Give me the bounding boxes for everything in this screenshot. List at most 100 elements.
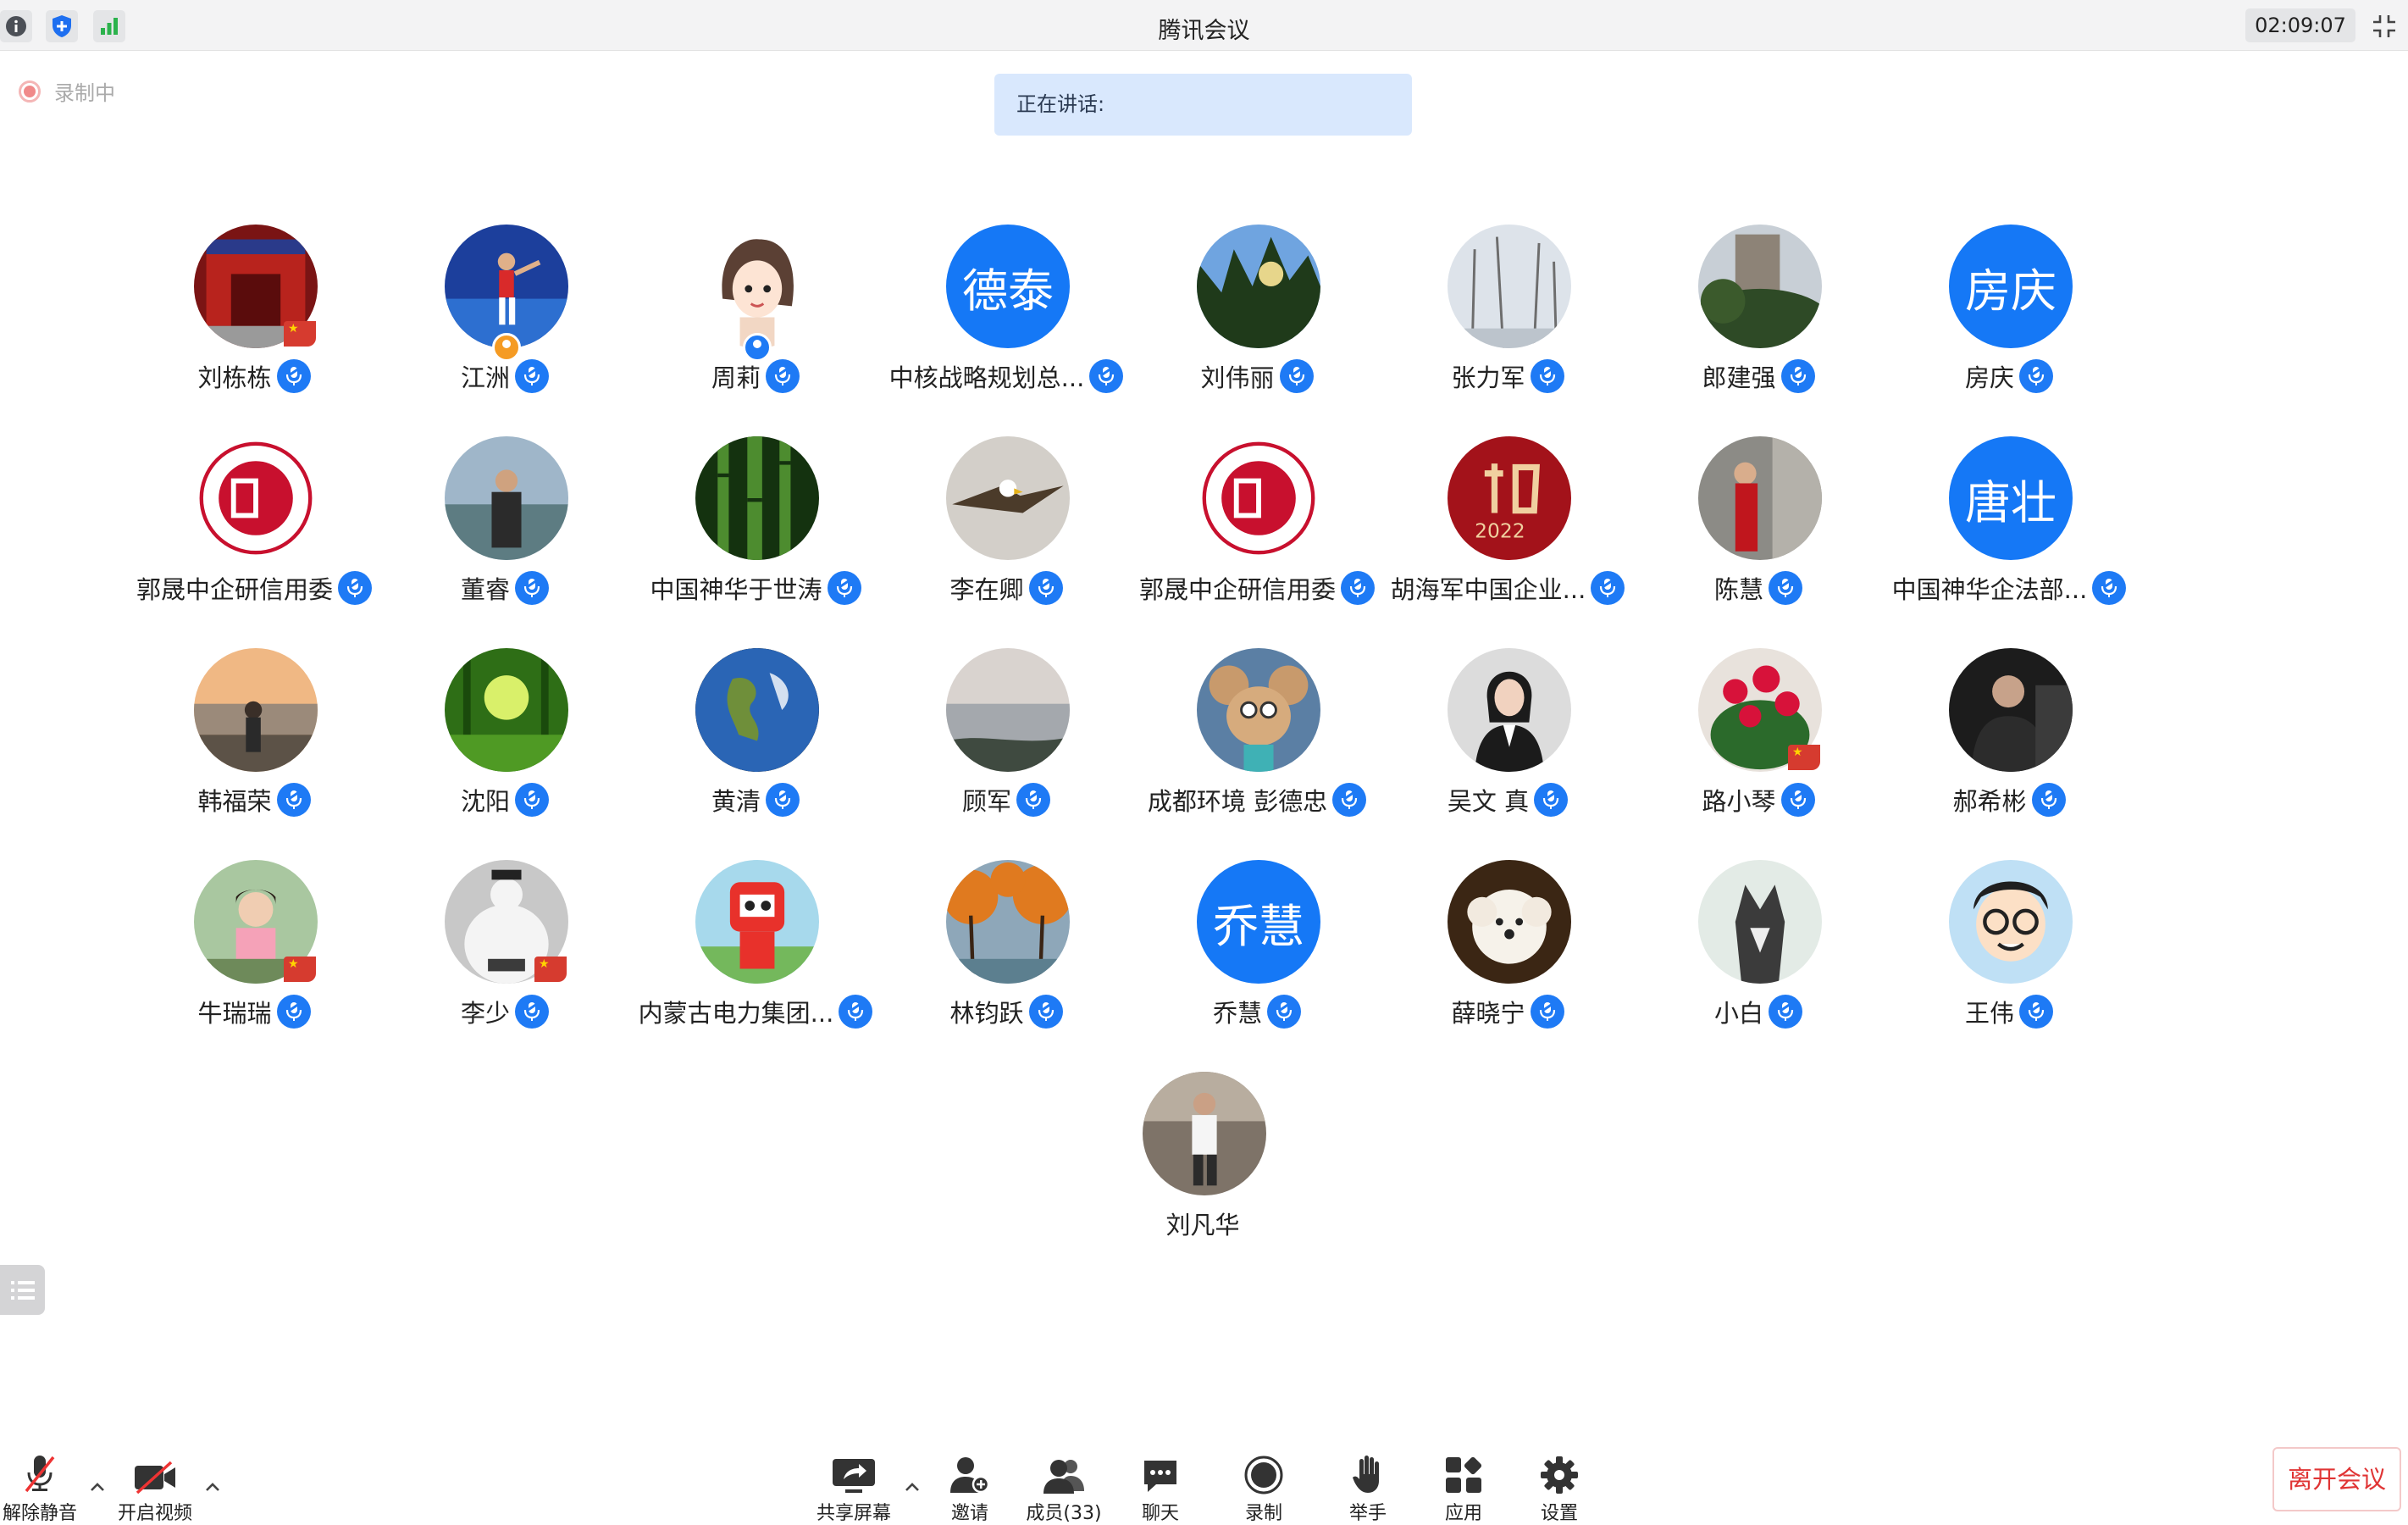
participant-tile[interactable]: 郭晟中企研信用委 xyxy=(131,436,377,631)
recording-indicator[interactable]: 录制中 xyxy=(19,76,115,106)
participant-tile[interactable]: 刘栋栋 xyxy=(131,225,377,419)
participant-tile[interactable]: 刘伟丽 xyxy=(1134,225,1380,419)
share-screen-label: 共享屏幕 xyxy=(816,1503,891,1524)
participant-tile[interactable]: 唐壮 中国神华企法部... xyxy=(1886,436,2132,631)
muted-mic-icon xyxy=(1279,359,1314,393)
muted-mic-icon xyxy=(0,1450,86,1494)
participant-tile[interactable]: 江洲 xyxy=(382,225,628,419)
participant-tile[interactable]: 李在卿 xyxy=(883,436,1129,631)
muted-mic-icon xyxy=(1530,359,1564,393)
chat-bubble-icon xyxy=(1114,1450,1207,1494)
participant-name: 郭晟中企研信用委 xyxy=(1138,575,1336,604)
participant-avatar xyxy=(445,225,568,348)
recording-label: 录制中 xyxy=(54,81,115,105)
share-screen-button[interactable]: 共享屏幕 xyxy=(807,1450,900,1524)
participant-tile[interactable]: 董睿 xyxy=(382,436,628,631)
participant-tile[interactable]: 王伟 xyxy=(1886,860,2132,1055)
participant-avatar xyxy=(194,436,318,560)
participant-tile[interactable]: 林钧跃 xyxy=(883,860,1129,1055)
muted-mic-icon xyxy=(766,359,800,393)
participant-tile[interactable]: 顾军 xyxy=(883,648,1129,843)
participant-name: 胡海军中国企业... xyxy=(1390,575,1586,604)
chat-button[interactable]: 聊天 xyxy=(1114,1450,1207,1524)
participant-tile[interactable]: 乔慧 乔慧 xyxy=(1134,860,1380,1055)
participant-avatar xyxy=(1698,436,1822,560)
participant-name-row: 中国神华企法部... xyxy=(1852,570,2166,606)
participant-tile[interactable]: 郎建强 xyxy=(1636,225,1881,419)
share-options-caret[interactable] xyxy=(900,1474,925,1500)
participant-tile[interactable]: 薛晓宁 xyxy=(1385,860,1630,1055)
muted-mic-icon xyxy=(515,359,549,393)
muted-mic-icon xyxy=(2092,571,2127,605)
members-button[interactable]: 成员(33) xyxy=(1017,1450,1110,1524)
participant-tile[interactable]: 内蒙古电力集团... xyxy=(633,860,878,1055)
participant-tile[interactable]: 中国神华于世涛 xyxy=(633,436,878,631)
info-icon[interactable] xyxy=(0,10,32,42)
participant-list-toggle[interactable] xyxy=(0,1265,45,1315)
window-title: 腾讯会议 xyxy=(1158,18,1250,44)
muted-mic-icon xyxy=(2031,783,2066,817)
apps-button[interactable]: 应用 xyxy=(1417,1450,1510,1524)
share-screen-icon xyxy=(807,1450,900,1494)
signal-bars-icon[interactable] xyxy=(93,10,125,42)
participant-avatar xyxy=(1949,860,2073,984)
participant-tile[interactable]: 房庆 房庆 xyxy=(1886,225,2132,419)
participant-tile[interactable]: 刘凡华 xyxy=(1080,1072,1326,1267)
participant-name-row: 房庆 xyxy=(1852,358,2166,394)
participant-tile[interactable]: 成都环境 彭德忠 xyxy=(1134,648,1380,843)
settings-button[interactable]: 设置 xyxy=(1513,1450,1606,1524)
muted-mic-icon xyxy=(1534,783,1569,817)
participant-tile[interactable]: 2022 胡海军中国企业... xyxy=(1385,436,1630,631)
muted-mic-icon xyxy=(1267,995,1301,1029)
participant-tile[interactable]: 张力军 xyxy=(1385,225,1630,419)
unmute-label: 解除静音 xyxy=(2,1503,77,1524)
participant-tile[interactable]: 路小琴 xyxy=(1636,648,1881,843)
participant-avatar xyxy=(1448,225,1571,348)
participant-avatar xyxy=(445,436,568,560)
participant-name-row: 刘凡华 xyxy=(1046,1206,1359,1241)
video-options-caret[interactable] xyxy=(200,1474,225,1500)
record-button[interactable]: 录制 xyxy=(1217,1450,1310,1524)
record-label: 录制 xyxy=(1244,1503,1282,1524)
participant-avatar xyxy=(1197,436,1320,560)
participant-name: 刘凡华 xyxy=(1165,1211,1240,1239)
participant-name: 董睿 xyxy=(460,575,510,604)
participant-name: 郎建强 xyxy=(1702,363,1776,392)
participant-tile[interactable]: 沈阳 xyxy=(382,648,628,843)
participant-tile[interactable]: 吴文 真 xyxy=(1385,648,1630,843)
muted-mic-icon xyxy=(1530,995,1564,1029)
unmute-button[interactable]: 解除静音 xyxy=(0,1450,86,1524)
participant-avatar: 房庆 xyxy=(1949,225,2073,348)
muted-mic-icon xyxy=(1780,783,1815,817)
record-dot-icon xyxy=(19,80,41,103)
participant-tile[interactable]: 牛瑞瑞 xyxy=(131,860,377,1055)
invite-button[interactable]: 邀请 xyxy=(923,1450,1016,1524)
participant-name: 吴文 真 xyxy=(1447,787,1530,816)
participant-tile[interactable]: 李少 xyxy=(382,860,628,1055)
participant-tile[interactable]: 黄清 xyxy=(633,648,878,843)
participant-tile[interactable]: 郭晟中企研信用委 xyxy=(1134,436,1380,631)
participant-tile[interactable]: 郝希彬 xyxy=(1886,648,2132,843)
participant-tile[interactable]: 周莉 xyxy=(633,225,878,419)
participant-tile[interactable]: 韩福荣 xyxy=(131,648,377,843)
start-video-button[interactable]: 开启视频 xyxy=(108,1450,202,1524)
participant-avatar xyxy=(695,436,819,560)
participant-name: 李少 xyxy=(460,999,510,1028)
flag-badge-icon xyxy=(1788,745,1820,770)
participant-tile[interactable]: 小白 xyxy=(1636,860,1881,1055)
flag-badge-icon xyxy=(284,321,316,347)
video-off-icon xyxy=(108,1450,202,1494)
participant-name: 黄清 xyxy=(711,787,761,816)
audio-options-caret[interactable] xyxy=(85,1474,110,1500)
avatar-initials: 房庆 xyxy=(1965,263,2056,318)
participant-tile[interactable]: 陈慧 xyxy=(1636,436,1881,631)
exit-fullscreen-icon[interactable] xyxy=(2367,10,2401,42)
participant-tile[interactable]: 德泰 中核战略规划总... xyxy=(883,225,1129,419)
avatar-initials: 德泰 xyxy=(962,263,1054,318)
leave-meeting-button[interactable]: 离开会议 xyxy=(2272,1447,2401,1511)
raise-hand-button[interactable]: 举手 xyxy=(1321,1450,1414,1524)
participant-name: 薛晓宁 xyxy=(1451,999,1525,1028)
participant-avatar xyxy=(194,648,318,772)
security-shield-icon[interactable] xyxy=(46,10,78,42)
participant-avatar: 唐壮 xyxy=(1949,436,2073,560)
